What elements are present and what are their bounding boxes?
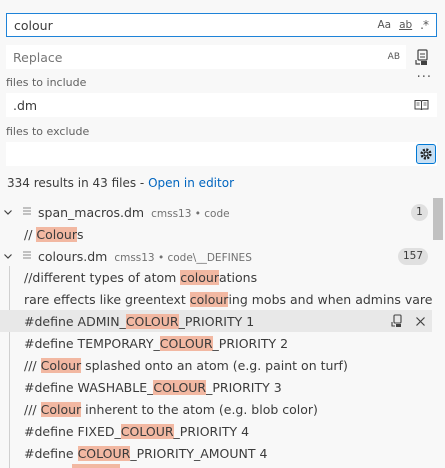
- match-row-selected[interactable]: #define ADMIN_COLOUR_PRIORITY 1: [0, 310, 432, 332]
- match-count-badge: 157: [398, 247, 428, 265]
- file-row-span-macros[interactable]: span_macros.dm cmss13 • code 1: [0, 201, 432, 223]
- gear-icon: [420, 148, 432, 160]
- match-row[interactable]: //different types of atom colourations: [0, 266, 432, 288]
- results-count-text: 334 results in 43 files -: [7, 176, 149, 190]
- results-scrollbar[interactable]: [433, 198, 443, 240]
- files-to-include-label: files to include: [6, 76, 87, 89]
- toggle-search-details-button[interactable]: ···: [417, 70, 432, 85]
- replace-all-icon: [415, 49, 428, 65]
- file-icon: [23, 251, 31, 259]
- file-name: colours.dm cmss13 • code\__DEFINES: [38, 248, 252, 264]
- replace-input[interactable]: Replace AB: [6, 45, 406, 69]
- file-path: cmss13 • code: [151, 207, 230, 220]
- match-row[interactable]: #define WASHABLE_COLOUR_PRIORITY 3: [0, 376, 432, 398]
- file-path: cmss13 • code\__DEFINES: [114, 251, 252, 264]
- close-icon[interactable]: [415, 316, 426, 327]
- files-to-include-input[interactable]: .dm: [6, 93, 437, 117]
- match-count-badge: 1: [411, 203, 428, 221]
- match-row[interactable]: /// Colour inherent to the atom (e.g. bl…: [0, 398, 432, 420]
- chevron-down-icon[interactable]: [3, 251, 13, 261]
- match-text: #define COLOUR_PRIORITY_AMOUNT 4: [24, 445, 268, 461]
- next-match-highlight-peek: [72, 464, 120, 468]
- match-text: /// Colour splashed onto an atom (e.g. p…: [24, 357, 348, 373]
- search-input[interactable]: colour Aa ab .*: [6, 13, 437, 37]
- replace-icon[interactable]: [391, 314, 403, 328]
- open-editors-only-button[interactable]: [414, 99, 429, 111]
- match-row[interactable]: rare effects like greentext colouring mo…: [0, 288, 432, 310]
- match-row[interactable]: #define TEMPORARY_COLOUR_PRIORITY 2: [0, 332, 432, 354]
- search-value: colour: [14, 17, 53, 33]
- preserve-case-toggle[interactable]: AB: [388, 52, 400, 62]
- use-regex-toggle[interactable]: .*: [420, 18, 429, 32]
- match-row-actions: [391, 314, 426, 328]
- match-whole-word-toggle[interactable]: ab: [399, 19, 412, 31]
- chevron-down-icon[interactable]: [3, 207, 13, 217]
- match-text: #define WASHABLE_COLOUR_PRIORITY 3: [24, 379, 282, 395]
- results-summary: 334 results in 43 files - Open in editor: [7, 176, 234, 190]
- open-in-editor-link[interactable]: Open in editor: [148, 176, 234, 190]
- use-exclude-settings-button[interactable]: [416, 144, 436, 164]
- match-text: rare effects like greentext colouring mo…: [24, 291, 432, 307]
- book-icon: [414, 100, 429, 111]
- match-text: #define FIXED_COLOUR_PRIORITY 4: [24, 423, 250, 439]
- file-name: span_macros.dm cmss13 • code: [38, 204, 230, 220]
- match-row[interactable]: #define FIXED_COLOUR_PRIORITY 4: [0, 420, 432, 442]
- files-to-exclude-input[interactable]: [6, 142, 437, 166]
- match-text: #define TEMPORARY_COLOUR_PRIORITY 2: [24, 335, 289, 351]
- match-case-toggle[interactable]: Aa: [377, 19, 391, 31]
- files-to-include-value: .dm: [13, 97, 38, 113]
- match-row[interactable]: /// Colour splashed onto an atom (e.g. p…: [0, 354, 432, 376]
- match-text: //different types of atom colourations: [24, 269, 258, 285]
- match-text: #define ADMIN_COLOUR_PRIORITY 1: [24, 313, 255, 329]
- file-icon: [23, 207, 31, 215]
- replace-placeholder: Replace: [13, 49, 63, 65]
- match-row[interactable]: #define COLOUR_PRIORITY_AMOUNT 4: [0, 442, 432, 464]
- replace-all-button[interactable]: [412, 46, 432, 68]
- match-row[interactable]: // Colours: [0, 223, 432, 245]
- files-to-exclude-label: files to exclude: [6, 125, 90, 138]
- match-text: /// Colour inherent to the atom (e.g. bl…: [24, 401, 318, 417]
- file-row-colours[interactable]: colours.dm cmss13 • code\__DEFINES 157: [0, 245, 432, 267]
- match-text: // Colours: [24, 226, 84, 242]
